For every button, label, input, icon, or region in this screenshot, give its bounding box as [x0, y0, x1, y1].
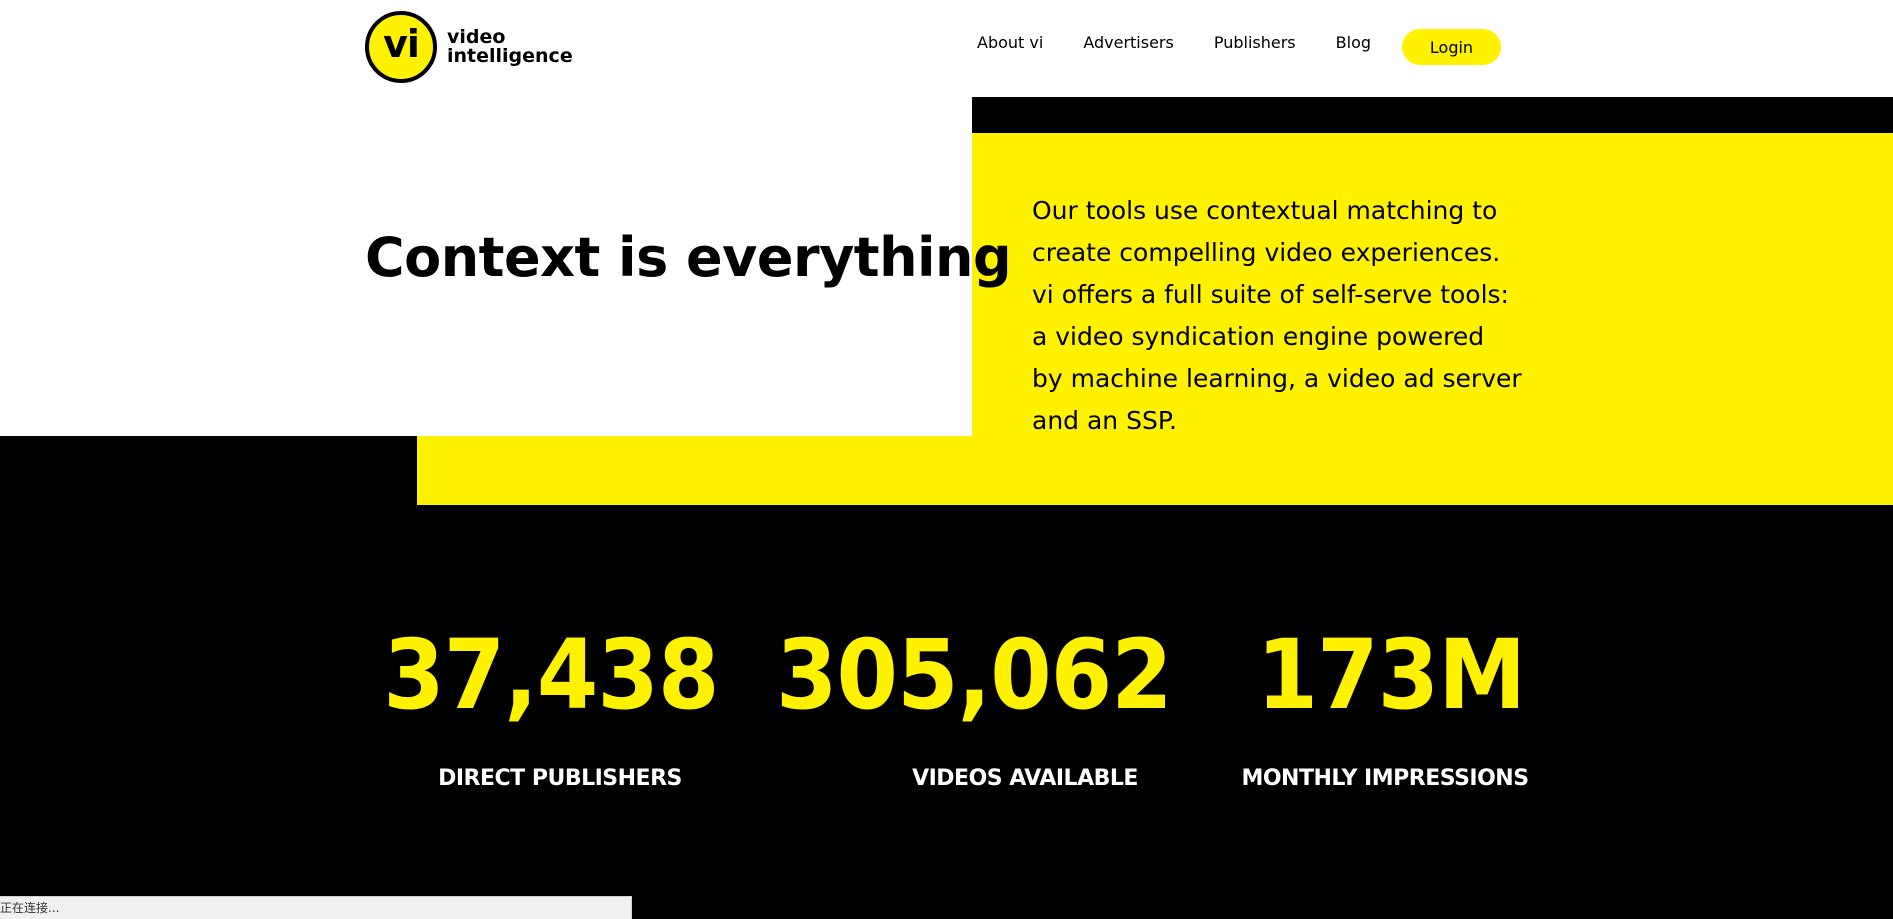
hero-title: Context is everything [365, 226, 1012, 289]
stat-label-videos: VIDEOS AVAILABLE [912, 766, 1138, 791]
nav-link-publishers[interactable]: Publishers [1214, 33, 1296, 52]
stat-value-videos: 305,062 [776, 619, 1173, 731]
login-button[interactable]: Login [1402, 29, 1501, 65]
stat-value-impressions: 173M [1256, 619, 1526, 731]
logo-mark: vi [365, 11, 437, 83]
main-nav: About vi Advertisers Publishers Blog [977, 33, 1371, 52]
stat-label-publishers: DIRECT PUBLISHERS [438, 766, 682, 791]
page: vi video intelligence About vi Advertise… [0, 0, 1893, 919]
logo-wordmark: video intelligence [447, 28, 573, 66]
nav-link-about[interactable]: About vi [977, 33, 1043, 52]
stat-value-publishers: 37,438 [383, 619, 719, 731]
nav-link-blog[interactable]: Blog [1336, 33, 1371, 52]
nav-link-advertisers[interactable]: Advertisers [1083, 33, 1174, 52]
browser-status-bar: 正在连接... [0, 896, 632, 919]
stat-label-impressions: MONTHLY IMPRESSIONS [1241, 766, 1529, 791]
site-logo[interactable]: vi video intelligence [365, 11, 573, 83]
logo-line-intelligence: intelligence [447, 45, 573, 67]
hero-black-strip [972, 97, 1893, 133]
hero-description: Our tools use contextual matching to cre… [1032, 196, 1522, 435]
